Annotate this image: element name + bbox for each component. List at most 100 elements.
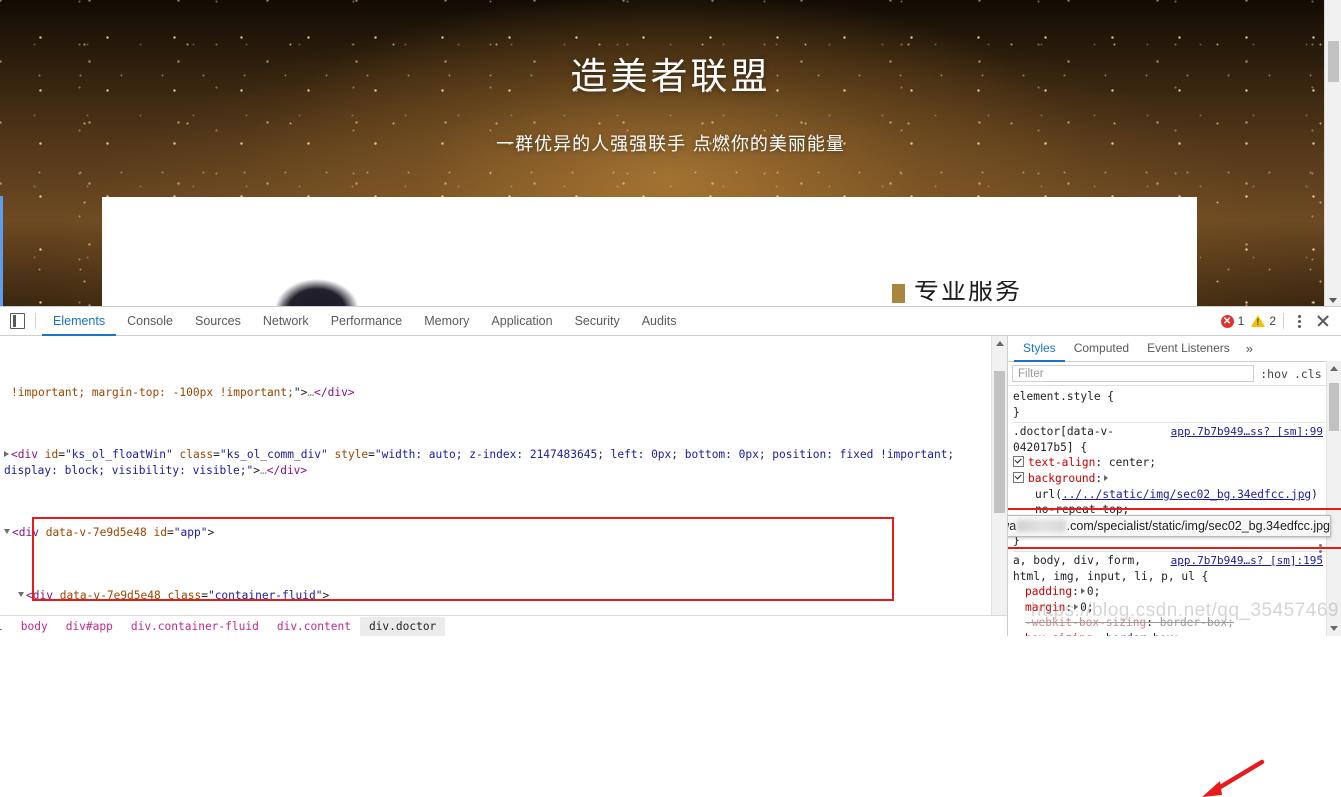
rule-selector-line2[interactable]: html, img, input, li, p, ul { xyxy=(1013,569,1341,585)
styles-filter-bar: Filter :hov .cls + xyxy=(1008,362,1341,386)
doctor-section-card: 专业服务 xyxy=(102,197,1197,306)
styles-scrollbar-thumb[interactable] xyxy=(1329,383,1339,431)
warning-count: 2 xyxy=(1269,314,1276,328)
toolbar-divider-2 xyxy=(1283,313,1284,329)
breadcrumb-item-app[interactable]: div#app xyxy=(57,617,122,636)
dom-scrollbar-thumb[interactable] xyxy=(994,371,1005,513)
declaration-enable-checkbox[interactable] xyxy=(1013,471,1024,483)
style-declaration-background[interactable]: background: xyxy=(1013,471,1341,487)
property-value[interactable]: border-box; xyxy=(1160,616,1234,629)
more-options-icon[interactable] xyxy=(1291,314,1307,328)
dock-position-button[interactable] xyxy=(0,307,35,335)
styles-filter-input[interactable]: Filter xyxy=(1012,365,1255,382)
tab-console[interactable]: Console xyxy=(116,307,184,336)
property-name[interactable]: -webkit-box-sizing xyxy=(1025,616,1146,629)
breadcrumb: l body div#app div.container-fluid div.c… xyxy=(0,615,1007,636)
property-name[interactable]: background xyxy=(1028,472,1095,485)
property-value[interactable]: center; xyxy=(1109,456,1156,469)
style-declaration-background-url[interactable]: url(../../static/img/sec02_bg.34edfcc.jp… xyxy=(1013,487,1341,503)
property-name[interactable]: box-sizing xyxy=(1025,632,1092,636)
breadcrumb-item-container-fluid[interactable]: div.container-fluid xyxy=(122,617,268,636)
property-value[interactable]: 0; xyxy=(1087,585,1100,598)
doctor-section-heading-text: 专业服务 xyxy=(914,281,1023,303)
rule-close-brace: } xyxy=(1013,405,1020,419)
warning-icon xyxy=(1251,315,1266,327)
tab-performance[interactable]: Performance xyxy=(320,307,414,336)
banner-title: 造美者联盟 xyxy=(570,55,771,98)
rule-selector-line2[interactable]: 042017b5] { xyxy=(1013,440,1341,456)
tab-computed[interactable]: Computed xyxy=(1065,336,1138,362)
rule-context-menu-icon[interactable] xyxy=(1319,544,1322,558)
warning-counter[interactable]: 2 xyxy=(1251,314,1276,328)
breadcrumb-item-doctor[interactable]: div.doctor xyxy=(359,616,446,636)
banner-subtitle: 一群优异的人强强联手 点燃你的美丽能量 xyxy=(496,134,845,155)
tab-memory[interactable]: Memory xyxy=(413,307,480,336)
tab-network[interactable]: Network xyxy=(252,307,320,336)
heading-accent-bar xyxy=(892,284,905,303)
style-declaration-margin[interactable]: margin: 0; xyxy=(1013,600,1341,616)
style-declaration-padding[interactable]: padding: 0; xyxy=(1013,584,1341,600)
style-declaration-text-align[interactable]: text-align: center; xyxy=(1013,455,1341,471)
devtools-panel: Elements Console Sources Network Perform… xyxy=(0,306,1341,797)
style-declaration-box-sizing[interactable]: box-sizing: border-box; xyxy=(1013,631,1341,636)
dom-attr-class: container-fluid xyxy=(214,588,316,602)
chevron-up-icon[interactable] xyxy=(996,341,1004,346)
property-name[interactable]: padding xyxy=(1025,585,1072,598)
chevron-up-icon[interactable] xyxy=(1330,366,1338,371)
tab-security[interactable]: Security xyxy=(564,307,631,336)
tab-sources[interactable]: Sources xyxy=(184,307,252,336)
page-scrollbar-thumb[interactable] xyxy=(1328,41,1339,82)
url-prefix: url( xyxy=(1035,487,1062,501)
style-declaration-webkit-box-sizing[interactable]: -webkit-box-sizing: border-box; xyxy=(1013,615,1341,631)
chevron-down-icon[interactable] xyxy=(1329,298,1337,303)
dom-tree-scrollbar[interactable] xyxy=(991,336,1007,636)
devtools-body: !important; margin-top: -100px !importan… xyxy=(0,336,1341,636)
dom-attr: data-v-7e9d5e48 xyxy=(45,526,147,540)
error-icon: ✕ xyxy=(1220,314,1234,328)
tab-elements[interactable]: Elements xyxy=(42,307,117,336)
rule-selector[interactable]: element.style { xyxy=(1013,389,1341,405)
cls-toggle-button[interactable]: .cls xyxy=(1294,367,1322,381)
expand-shorthand-icon[interactable] xyxy=(1104,474,1109,481)
tab-application[interactable]: Application xyxy=(480,307,563,336)
devtools-tab-bar: Elements Console Sources Network Perform… xyxy=(36,307,688,336)
close-icon[interactable] xyxy=(1314,312,1332,330)
breadcrumb-item-body[interactable]: body xyxy=(12,617,57,636)
url-tooltip: http://wa .com/specialist/static/img/sec0… xyxy=(1008,515,1331,537)
url-suffix: ) xyxy=(1311,487,1318,501)
browser-viewport: 造美者联盟 一群优异的人强强联手 点燃你的美丽能量 专业服务 xyxy=(0,0,1341,306)
declaration-enable-checkbox[interactable] xyxy=(1013,456,1024,468)
breadcrumb-item-html[interactable]: l xyxy=(0,617,12,636)
breadcrumb-item-content[interactable]: div.content xyxy=(268,617,360,636)
property-name[interactable]: text-align xyxy=(1028,456,1095,469)
tab-audits[interactable]: Audits xyxy=(631,307,688,336)
dom-line[interactable]: <div data-v-7e9d5e48 id="app"> xyxy=(0,525,1007,541)
annotation-arrow xyxy=(1202,759,1265,797)
rule-source-link[interactable]: app.7b7b949…ss? [sm]:99 xyxy=(1171,424,1323,440)
dom-line[interactable]: !important; margin-top: -100px !importan… xyxy=(0,385,1007,401)
chevron-down-icon[interactable] xyxy=(1330,626,1338,631)
property-name[interactable]: margin xyxy=(1025,601,1065,614)
dom-line[interactable]: <div id="ks_ol_floatWin" class="ks_ol_co… xyxy=(0,447,1007,478)
expand-shorthand-icon[interactable] xyxy=(1074,603,1079,610)
style-rule-reset[interactable]: app.7b7b949…s? [sm]:195 a, body, div, fo… xyxy=(1013,552,1341,636)
error-counter[interactable]: ✕ 1 xyxy=(1220,314,1245,328)
hov-toggle-button[interactable]: :hov xyxy=(1260,367,1288,381)
property-value[interactable]: 0; xyxy=(1080,601,1093,614)
style-rule-element-style[interactable]: element.style { } xyxy=(1013,388,1341,424)
background-image-url-link[interactable]: ../../static/img/sec02_bg.34edfcc.jpg xyxy=(1062,488,1311,501)
error-count: 1 xyxy=(1237,314,1245,328)
styles-pane: Styles Computed Event Listeners » Filter… xyxy=(1007,336,1341,636)
dom-line[interactable]: <div data-v-7e9d5e48 class="container-fl… xyxy=(0,588,1007,604)
tab-styles[interactable]: Styles xyxy=(1014,336,1065,362)
styles-scrollbar[interactable] xyxy=(1326,361,1341,636)
dom-tree-pane: !important; margin-top: -100px !importan… xyxy=(0,336,1007,636)
tab-event-listeners[interactable]: Event Listeners xyxy=(1138,336,1239,362)
devtools-toolbar: Elements Console Sources Network Perform… xyxy=(0,307,1341,336)
rule-source-link[interactable]: app.7b7b949…s? [sm]:195 xyxy=(1171,553,1323,569)
property-value[interactable]: border-box; xyxy=(1106,632,1180,636)
more-tabs-icon[interactable]: » xyxy=(1239,336,1260,361)
page-vertical-scrollbar[interactable] xyxy=(1324,0,1341,306)
element-inspect-highlight xyxy=(0,196,3,306)
expand-shorthand-icon[interactable] xyxy=(1080,588,1085,595)
